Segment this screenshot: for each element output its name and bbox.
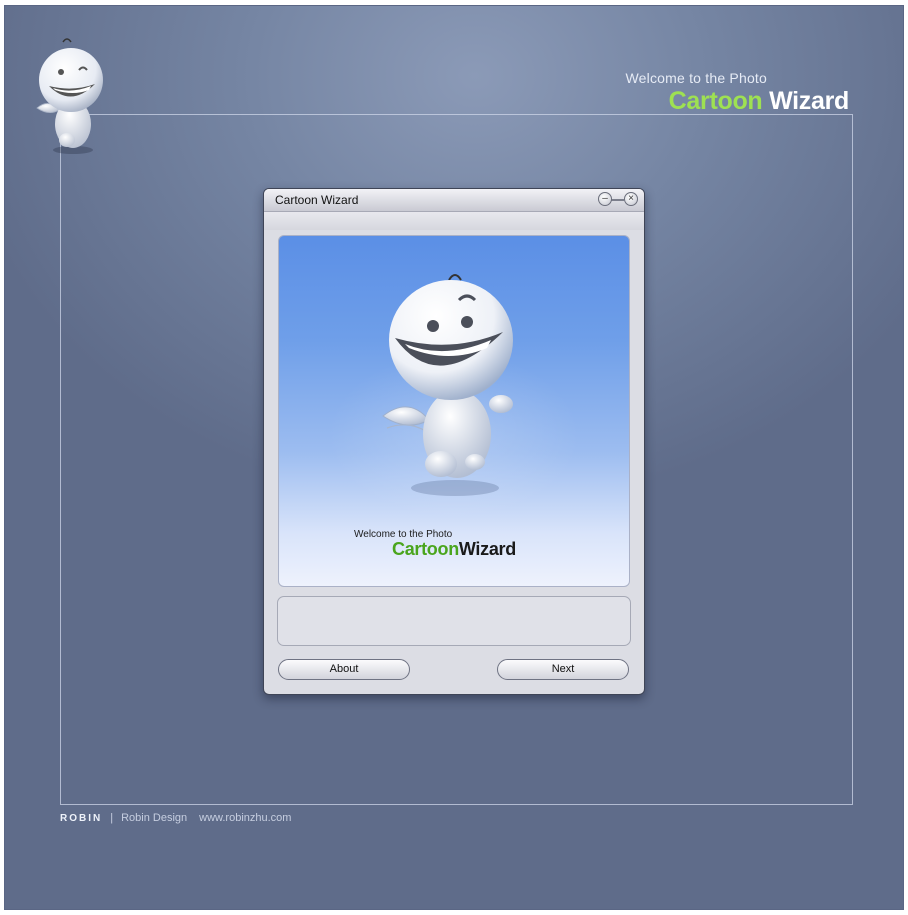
- header-title-wizard: Wizard: [769, 87, 849, 115]
- welcome-banner: Welcome to the Photo CartoonWizard: [278, 235, 630, 587]
- window-controls: – ×: [598, 192, 638, 208]
- footer-separator: |: [110, 812, 114, 824]
- footer: ROBIN | Robin Design www.robinzhu.com: [60, 812, 291, 824]
- banner-title: Welcome to the Photo CartoonWizard: [354, 529, 516, 560]
- header-title: Welcome to the Photo Cartoon Wizard: [625, 70, 850, 116]
- about-button[interactable]: About: [278, 659, 410, 680]
- header-title-cartoon: Cartoon: [668, 87, 763, 115]
- banner-title-cartoon: Cartoon: [392, 539, 459, 559]
- info-panel: [277, 596, 631, 646]
- banner-title-wizard: Wizard: [458, 539, 516, 559]
- next-button[interactable]: Next: [497, 659, 629, 680]
- angel-mascot-icon: [36, 38, 103, 154]
- header-subtitle: Welcome to the Photo: [625, 70, 767, 86]
- header-main-title: Cartoon Wizard: [626, 87, 850, 116]
- controls-connector: [610, 199, 624, 201]
- window-title: Cartoon Wizard: [275, 193, 359, 207]
- angel-mascot-icon: [382, 274, 513, 496]
- banner-main-title: CartoonWizard: [392, 539, 516, 560]
- footer-company: Robin Design: [121, 812, 188, 824]
- window-toolbar: [264, 212, 644, 230]
- footer-brand-logo: ROBIN: [60, 813, 103, 824]
- wizard-window: Cartoon Wizard – × Welcome to the Photo …: [263, 188, 645, 695]
- minimize-icon[interactable]: –: [598, 192, 612, 206]
- footer-website-link[interactable]: www.robinzhu.com: [199, 812, 291, 824]
- window-titlebar[interactable]: Cartoon Wizard – ×: [264, 189, 644, 212]
- close-icon[interactable]: ×: [624, 192, 638, 206]
